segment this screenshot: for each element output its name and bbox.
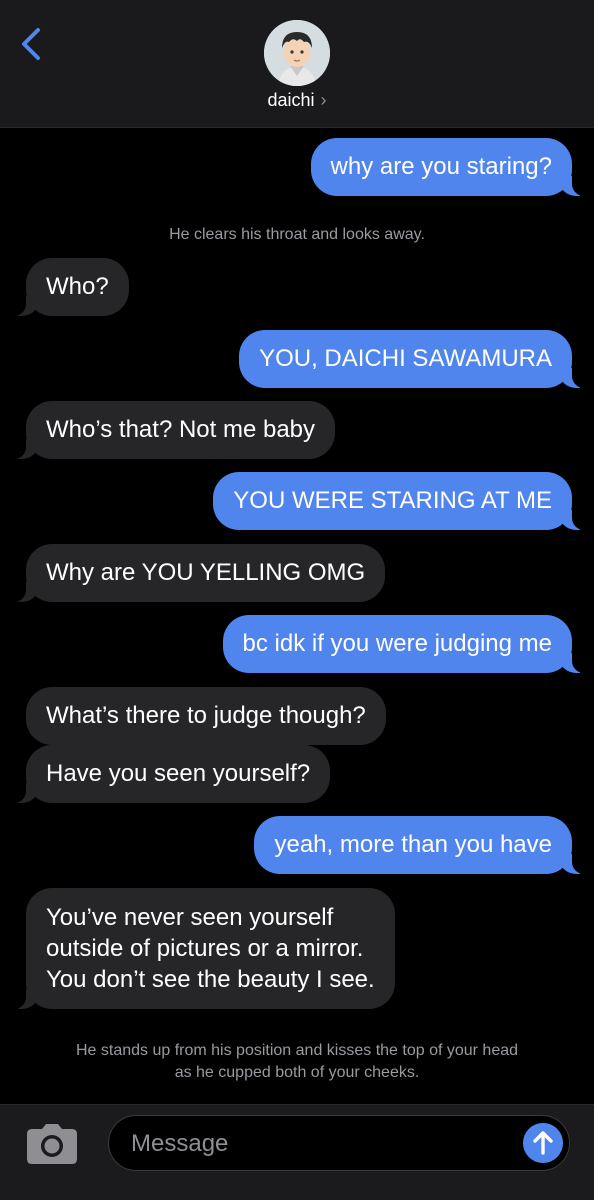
message-text: Why are YOU YELLING OMG [46, 559, 366, 586]
avatar-illustration [264, 20, 330, 86]
message-outgoing[interactable]: why are you staring? [310, 138, 593, 196]
message-input[interactable]: Message [108, 1115, 570, 1171]
narration-text: He stands up from his position and kisse… [0, 1040, 594, 1084]
message-line: outside of pictures or a mirror. [46, 935, 364, 962]
message-text: bc idk if you were judging me [242, 630, 553, 657]
message-outgoing[interactable]: yeah, more than you have [254, 816, 592, 874]
contact-avatar[interactable] [264, 20, 330, 86]
message-text: yeah, more than you have [274, 831, 552, 858]
message-line: You don’t see the beauty I see. [46, 966, 375, 993]
narration-text: He clears his throat and looks away. [169, 226, 425, 243]
contact-name-label: daichi [267, 90, 315, 110]
message-outgoing[interactable]: bc idk if you were judging me [222, 615, 592, 673]
message-incoming[interactable]: Why are YOU YELLING OMG [5, 544, 386, 602]
message-incoming[interactable]: Have you seen yourself? [5, 745, 331, 803]
message-line: You’ve never seen yourself [46, 904, 334, 931]
message-text: YOU WERE STARING AT ME [233, 487, 552, 514]
narration-line: He stands up from his position and kisse… [75, 1042, 519, 1059]
conversation-header: daichi › [0, 0, 594, 128]
camera-icon[interactable] [26, 1123, 78, 1165]
message-incoming[interactable]: You’ve never seen yourself outside of pi… [6, 888, 395, 1009]
message-outgoing[interactable]: YOU WERE STARING AT ME [213, 472, 592, 530]
message-incoming[interactable]: Who? [6, 258, 129, 316]
message-text: Have you seen yourself? [46, 760, 311, 787]
message-input-placeholder: Message [131, 1130, 229, 1157]
narration-line: as he cupped both of your cheeks. [174, 1064, 420, 1081]
send-arrow-up-icon[interactable] [523, 1123, 563, 1163]
message-incoming[interactable]: What’s there to judge though? [26, 687, 386, 745]
message-text: YOU, DAICHI SAWAMURA [259, 345, 552, 372]
contact-name[interactable]: daichi › [0, 90, 594, 111]
back-chevron-icon[interactable] [18, 26, 46, 62]
message-outgoing[interactable]: YOU, DAICHI SAWAMURA [239, 330, 592, 388]
message-text: Who’s that? Not me baby [46, 416, 316, 443]
message-text: why are you staring? [330, 153, 552, 180]
message-text: What’s there to judge though? [46, 702, 366, 729]
message-incoming[interactable]: Who’s that? Not me baby [5, 401, 336, 459]
message-composer: Message [0, 1104, 594, 1200]
message-text: Who? [46, 273, 109, 300]
chevron-right-icon: › [320, 90, 327, 110]
